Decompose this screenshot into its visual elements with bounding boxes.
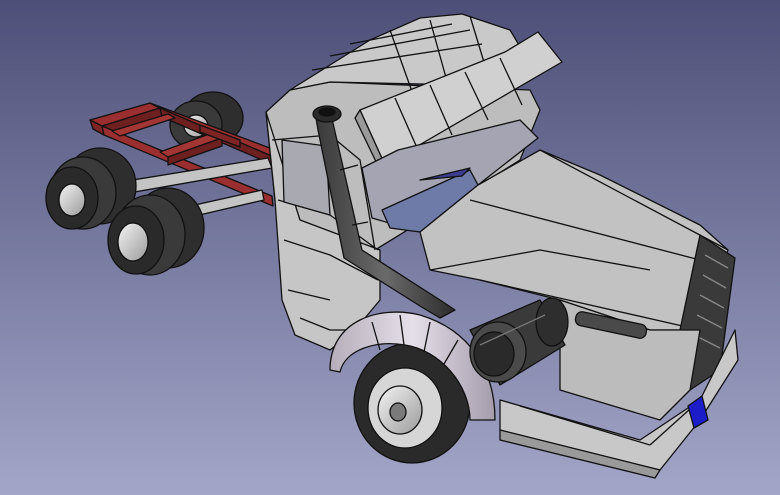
3d-viewport[interactable]: [0, 0, 780, 495]
truck-model-scene[interactable]: [0, 0, 780, 495]
